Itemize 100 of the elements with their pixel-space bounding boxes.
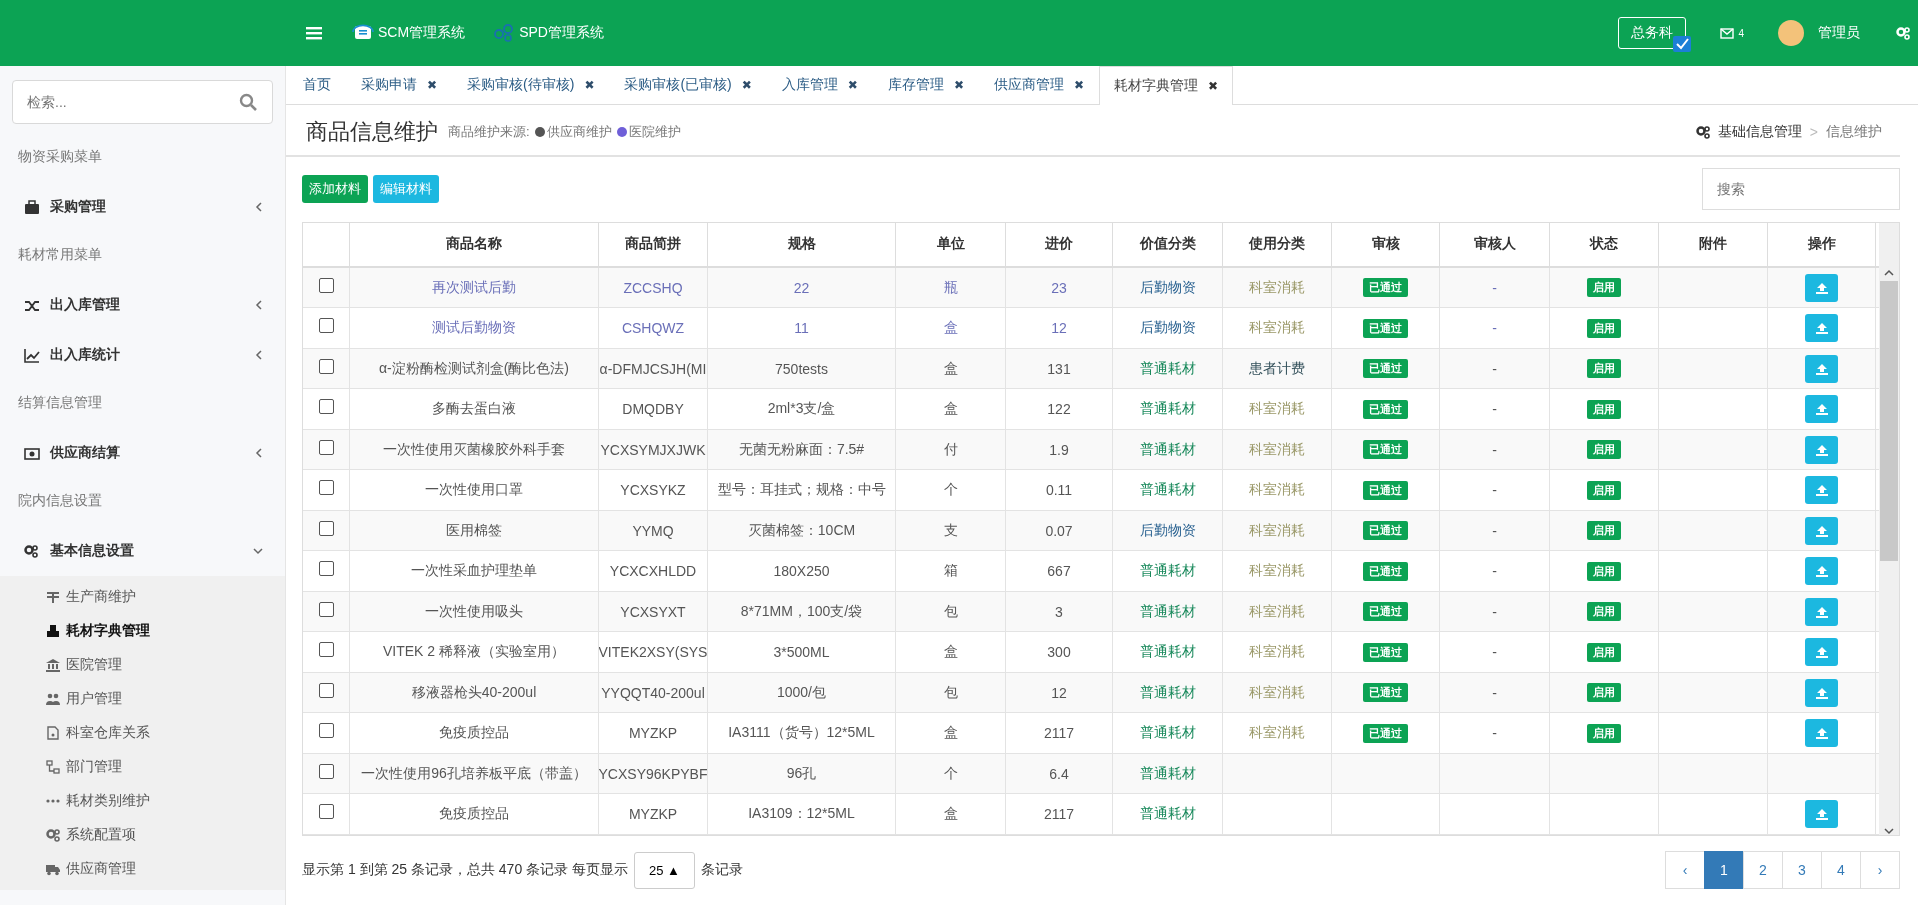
page-link[interactable]: 4: [1821, 851, 1861, 890]
upload-icon: [1814, 403, 1829, 416]
checkbox[interactable]: [318, 642, 334, 658]
upload-button[interactable]: [1805, 516, 1838, 545]
page-link[interactable]: 2: [1743, 851, 1783, 890]
menu-item[interactable]: 采购管理: [0, 182, 285, 232]
submenu-item[interactable]: 供应商管理: [0, 852, 285, 886]
upload-icon: [1814, 727, 1829, 740]
upload-button[interactable]: [1805, 314, 1838, 343]
table-cell: 盒: [943, 643, 958, 662]
close-icon[interactable]: ✖: [1208, 78, 1219, 93]
table-cell: IA3111（货号）12*5ML: [728, 724, 875, 743]
bank-icon: [46, 658, 60, 672]
upload-button[interactable]: [1805, 800, 1838, 829]
tab[interactable]: 库存管理 ✖: [872, 66, 979, 104]
close-icon[interactable]: ✖: [427, 78, 438, 93]
page-size-select[interactable]: 25 ▲: [633, 851, 695, 889]
upload-button[interactable]: [1805, 273, 1838, 302]
submenu-item[interactable]: 科室仓库关系: [0, 716, 285, 750]
close-icon[interactable]: ✖: [847, 78, 858, 93]
tab[interactable]: 耗材字典管理 ✖: [1099, 66, 1234, 105]
menu-heading: 耗材常用菜单: [17, 245, 103, 264]
tab[interactable]: 入库管理 ✖: [766, 66, 873, 104]
column-header: 使用分类: [1223, 222, 1332, 266]
menu-item[interactable]: 出入库统计: [0, 330, 285, 380]
submenu-item[interactable]: 耗材字典管理: [0, 614, 285, 648]
briefcase-icon: [24, 199, 40, 215]
table-cell: 盒: [943, 400, 958, 419]
checkbox[interactable]: [318, 520, 334, 536]
menu-icon[interactable]: [306, 26, 322, 40]
upload-icon: [1814, 646, 1829, 659]
column-header: 商品名称: [350, 222, 599, 266]
checkbox[interactable]: [318, 358, 334, 374]
submenu-item[interactable]: 耗材类别维护: [0, 784, 285, 818]
submenu-item[interactable]: 用户管理: [0, 682, 285, 716]
column-header: 操作: [1768, 222, 1876, 266]
submenu-item[interactable]: 部门管理: [0, 750, 285, 784]
column-header: 进价: [1006, 222, 1113, 266]
tab[interactable]: 供应商管理 ✖: [978, 66, 1100, 104]
upload-button[interactable]: [1805, 597, 1838, 626]
menu-item[interactable]: 供应商结算: [0, 428, 285, 478]
page-link[interactable]: ‹: [1665, 851, 1705, 890]
table-cell: 灭菌棉签：10CM: [747, 521, 856, 540]
upload-button[interactable]: [1805, 476, 1838, 505]
status-label: 启用: [1587, 561, 1621, 581]
close-icon[interactable]: ✖: [584, 78, 595, 93]
search-field[interactable]: 搜索: [1702, 168, 1900, 211]
checkbox[interactable]: [318, 723, 334, 739]
category-text: 科室消耗: [1249, 602, 1305, 621]
checkbox[interactable]: [318, 480, 334, 496]
checkbox[interactable]: [318, 277, 334, 293]
table-cell: 盒: [943, 359, 958, 378]
scrollbar[interactable]: [1879, 222, 1899, 835]
upload-button[interactable]: [1805, 638, 1838, 667]
table-cell: 免疫质控品: [439, 805, 509, 824]
gears-icon: [1695, 124, 1710, 139]
search-field[interactable]: 检索...: [12, 80, 273, 124]
status-label: 启用: [1587, 359, 1621, 379]
chevron-up-icon: [1884, 268, 1894, 277]
upload-button[interactable]: [1805, 557, 1838, 586]
category-text: 科室消耗: [1249, 278, 1305, 297]
settings-icon[interactable]: [1896, 26, 1910, 40]
page-link[interactable]: 3: [1782, 851, 1822, 890]
breadcrumb-item[interactable]: 基础信息管理: [1717, 122, 1802, 141]
truck-icon: [46, 862, 60, 876]
close-icon[interactable]: ✖: [1073, 78, 1085, 93]
table-cell: 一次性采血护理垫单: [411, 562, 537, 581]
upload-button[interactable]: [1805, 354, 1838, 383]
avatar[interactable]: [1778, 20, 1804, 46]
checkbox[interactable]: [318, 682, 334, 698]
upload-button[interactable]: [1805, 395, 1838, 424]
close-icon[interactable]: ✖: [953, 78, 964, 93]
column-header: 单位: [896, 222, 1006, 266]
checkbox[interactable]: [318, 601, 334, 617]
checkbox[interactable]: [318, 763, 334, 779]
status-label: 已通过: [1363, 318, 1408, 338]
tab[interactable]: 采购审核(已审核) ✖: [609, 66, 767, 104]
checkbox[interactable]: [318, 561, 334, 577]
page-link[interactable]: 1: [1704, 851, 1744, 890]
submenu-item[interactable]: 医院管理: [0, 648, 285, 682]
checkbox[interactable]: [318, 439, 334, 455]
checkbox[interactable]: [318, 318, 334, 334]
submenu-item[interactable]: 生产商维护: [0, 580, 285, 614]
table-cell: 1000/包: [776, 683, 826, 702]
tab[interactable]: 采购申请 ✖: [346, 66, 453, 104]
close-icon[interactable]: ✖: [741, 78, 752, 93]
upload-button[interactable]: [1805, 678, 1838, 707]
menu-item[interactable]: 出入库管理: [0, 280, 285, 330]
tab[interactable]: 首页: [288, 66, 346, 104]
upload-button[interactable]: [1805, 719, 1838, 748]
checkbox[interactable]: [318, 804, 334, 820]
status-label: 启用: [1587, 602, 1621, 622]
checkbox[interactable]: [318, 399, 334, 415]
submenu-item[interactable]: 系统配置项: [0, 818, 285, 852]
category-text: 科室消耗: [1249, 400, 1305, 419]
upload-button[interactable]: [1805, 435, 1838, 464]
table-cell: 131: [1047, 360, 1071, 377]
tab[interactable]: 采购审核(待审核) ✖: [452, 66, 610, 104]
menu-item[interactable]: 基本信息设置: [0, 526, 285, 576]
page-link[interactable]: ›: [1860, 851, 1900, 890]
